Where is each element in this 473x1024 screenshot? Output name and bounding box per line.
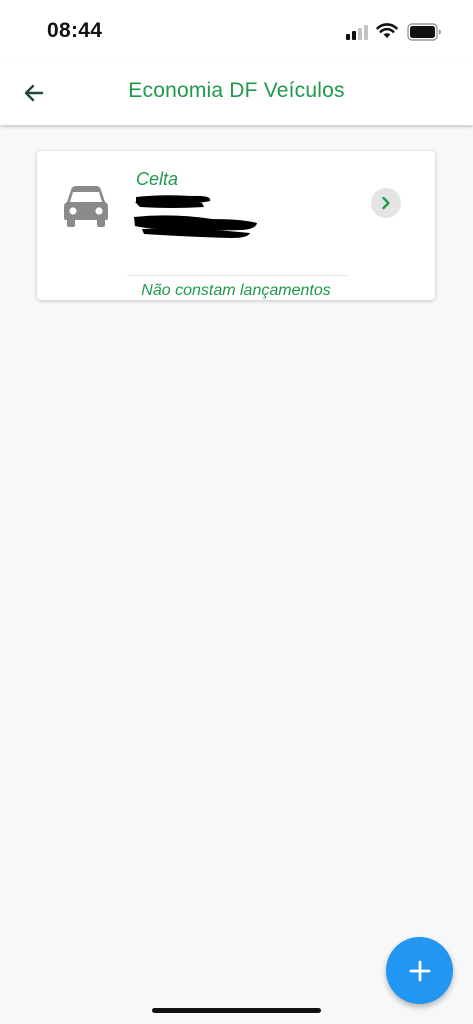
screen: 08:44 Economia DF Veículos Celta Não con…	[0, 0, 473, 1024]
battery-icon	[407, 23, 441, 41]
vehicle-status: Não constam lançamentos	[141, 282, 331, 299]
wifi-icon	[376, 23, 398, 38]
add-vehicle-button[interactable]	[386, 937, 453, 1004]
page-title: Economia DF Veículos	[128, 79, 345, 102]
signal-icon	[346, 25, 368, 40]
card-divider	[127, 275, 347, 276]
vehicle-card[interactable]: Celta Não constam lançamentos	[37, 151, 435, 300]
vehicle-name: Celta	[136, 169, 179, 189]
status-bar: 08:44	[0, 0, 473, 62]
status-time: 08:44	[47, 19, 103, 42]
app-bar: Economia DF Veículos	[0, 62, 473, 125]
chevron-right-icon	[382, 196, 390, 210]
plus-icon	[409, 960, 430, 981]
home-indicator	[152, 1008, 321, 1013]
car-icon	[64, 186, 108, 227]
vehicle-open-button[interactable]	[371, 188, 401, 218]
redacted-details	[134, 195, 257, 238]
